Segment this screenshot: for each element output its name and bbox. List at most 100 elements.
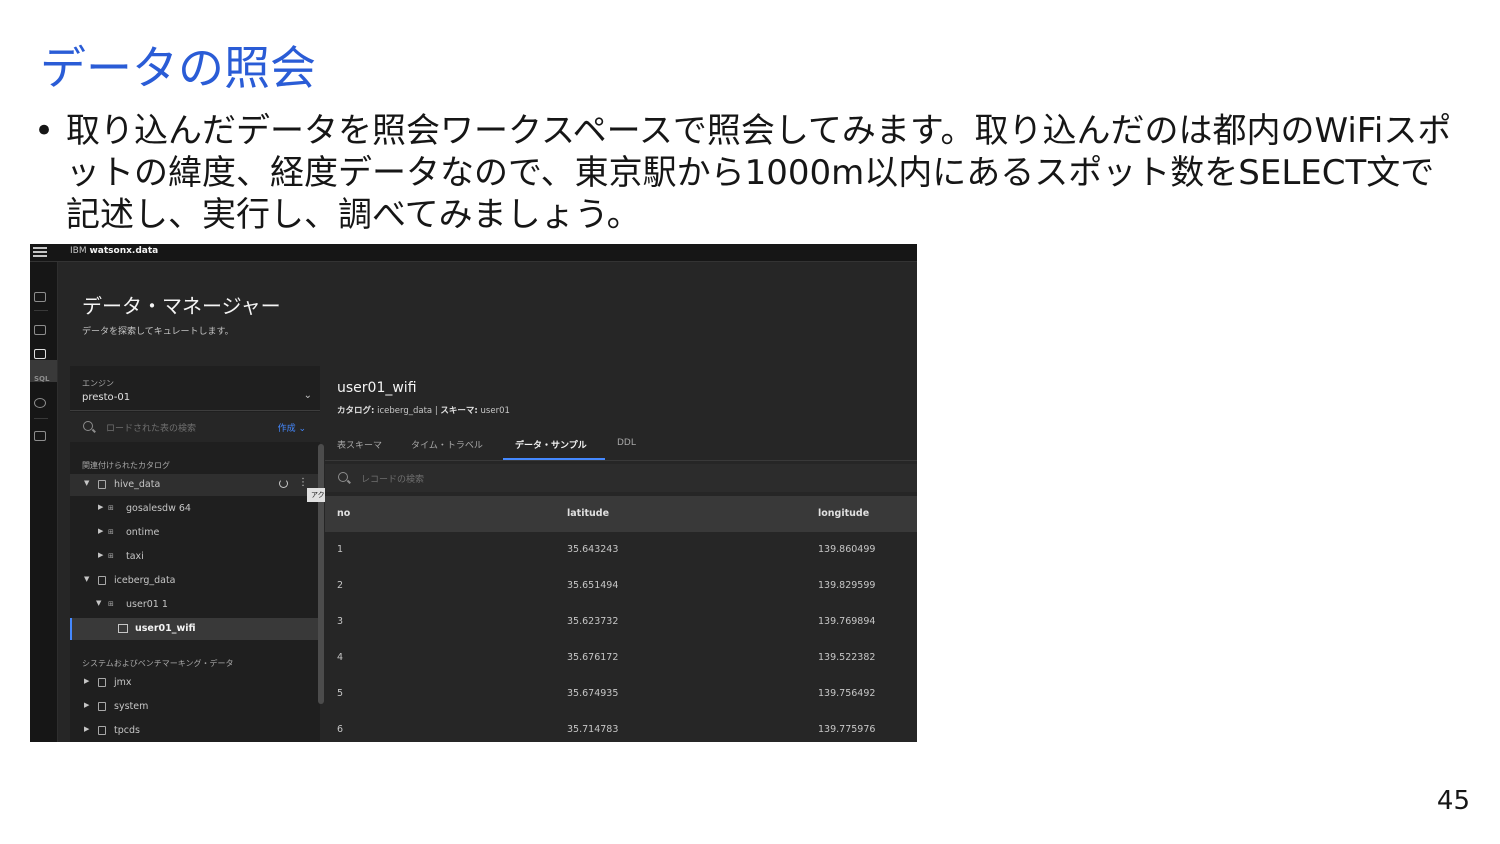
schema-icon: ⊞ <box>108 528 114 536</box>
caret-right-icon[interactable]: ▶ <box>98 551 103 559</box>
cell-latitude: 35.674935 <box>567 688 619 699</box>
create-label: 作成 <box>277 424 296 434</box>
tree-item-jmx[interactable]: ▶ jmx <box>70 672 318 694</box>
record-search-input[interactable]: レコードの検索 <box>361 472 424 485</box>
tree-item-user01-wifi[interactable]: user01_wifi <box>70 618 318 640</box>
cell-no: 5 <box>337 688 344 699</box>
engine-dropdown[interactable]: presto-01 <box>82 392 130 403</box>
database-icon <box>98 480 106 489</box>
tab-ddl[interactable]: DDL <box>617 438 636 448</box>
table-row: 5 35.674935 139.756492 <box>325 676 917 713</box>
table-search[interactable]: ロードされた表の検索 作成 ⌄ <box>70 412 320 442</box>
tree-item-label: iceberg_data <box>114 575 176 586</box>
divider <box>70 410 320 411</box>
table-search-input[interactable]: ロードされた表の検索 <box>106 421 196 434</box>
tree-item-label: jmx <box>114 677 132 688</box>
bullet-marker: • <box>34 111 55 151</box>
schema-icon: ⊞ <box>108 504 114 512</box>
database-icon <box>98 702 106 711</box>
cell-no: 6 <box>337 724 344 735</box>
schema-label: スキーマ: <box>440 406 478 416</box>
brand-prefix: IBM <box>70 246 87 256</box>
table-header: no latitude longitude <box>325 496 917 532</box>
caret-down-icon[interactable]: ▼ <box>96 599 101 607</box>
tree-item-label: taxi <box>126 551 144 562</box>
access-icon[interactable] <box>34 431 46 441</box>
column-header-longitude[interactable]: longitude <box>818 508 869 519</box>
tree-item-taxi[interactable]: ▶ ⊞ taxi <box>70 546 318 568</box>
brand[interactable]: IBM watsonx.data <box>70 246 158 256</box>
record-search[interactable]: レコードの検索 <box>325 464 917 492</box>
tree-item-label: user01 1 <box>126 599 168 610</box>
create-button[interactable]: 作成 ⌄ <box>278 421 306 434</box>
caret-right-icon[interactable]: ▶ <box>98 527 103 535</box>
caret-right-icon[interactable]: ▶ <box>98 503 103 511</box>
tree-item-ontime[interactable]: ▶ ⊞ ontime <box>70 522 318 544</box>
sql-icon[interactable]: SQL <box>34 374 49 384</box>
engine-label: エンジン <box>82 379 114 388</box>
tree-item-iceberg-data[interactable]: ▼ iceberg_data <box>70 570 318 592</box>
cell-longitude: 139.860499 <box>818 544 876 555</box>
database-icon <box>98 726 106 735</box>
search-icon <box>83 421 93 431</box>
tree-item-hive-data[interactable]: ▼ hive_data ⋮ <box>70 474 318 496</box>
page-subtitle: データを探索してキュレートします。 <box>82 327 234 337</box>
cell-latitude: 35.676172 <box>567 652 619 663</box>
column-header-no[interactable]: no <box>337 508 350 519</box>
rail-divider <box>34 418 48 419</box>
related-catalogs-label: 関連付けられたカタログ <box>82 461 170 470</box>
cell-no: 1 <box>337 544 344 555</box>
panel-scrollbar[interactable] <box>318 444 324 704</box>
tree-item-tpcds[interactable]: ▶ tpcds <box>70 720 318 742</box>
infrastructure-icon[interactable] <box>34 325 46 335</box>
catalog-value: iceberg_data <box>377 406 433 416</box>
chevron-down-icon[interactable]: ⌄ <box>304 390 312 401</box>
system-catalogs-label: システムおよびベンチマーキング・データ <box>82 659 234 668</box>
data-manager-icon[interactable] <box>34 349 46 359</box>
tab-table-schema[interactable]: 表スキーマ <box>337 438 382 451</box>
cell-no: 2 <box>337 580 344 591</box>
home-icon[interactable] <box>34 292 46 302</box>
tree-item-label: tpcds <box>114 725 140 736</box>
cell-longitude: 139.522382 <box>818 652 876 663</box>
page-number: 45 <box>1436 786 1470 816</box>
refresh-icon[interactable] <box>279 479 288 488</box>
tree-item-user01[interactable]: ▼ ⊞ user01 1 <box>70 594 318 616</box>
cell-no: 3 <box>337 616 344 627</box>
cell-latitude: 35.643243 <box>567 544 619 555</box>
tree-item-label: ontime <box>126 527 160 538</box>
tree-item-label: gosalesdw 64 <box>126 503 191 514</box>
caret-right-icon[interactable]: ▶ <box>84 677 89 685</box>
tree-item-gosalesdw[interactable]: ▶ ⊞ gosalesdw 64 <box>70 498 318 520</box>
slide-title: データの照会 <box>40 41 316 95</box>
tab-time-travel[interactable]: タイム・トラベル <box>411 438 483 451</box>
column-header-latitude[interactable]: latitude <box>567 508 609 519</box>
catalog-label: カタログ: <box>337 406 375 416</box>
table-row: 6 35.714783 139.775976 <box>325 712 917 742</box>
brand-name: watsonx.data <box>89 246 159 256</box>
cell-latitude: 35.714783 <box>567 724 619 735</box>
side-rail: SQL <box>30 262 58 742</box>
schema-icon: ⊞ <box>108 600 114 608</box>
cell-latitude: 35.651494 <box>567 580 619 591</box>
caret-right-icon[interactable]: ▶ <box>84 701 89 709</box>
tab-bar: 表スキーマ タイム・トラベル データ・サンプル DDL <box>325 430 917 461</box>
cell-longitude: 139.756492 <box>818 688 876 699</box>
tree-item-label: hive_data <box>114 479 161 490</box>
caret-right-icon[interactable]: ▶ <box>84 725 89 733</box>
menu-icon[interactable] <box>33 247 47 258</box>
tree-item-system[interactable]: ▶ system <box>70 696 318 718</box>
history-icon[interactable] <box>34 398 46 408</box>
bullet-text: 取り込んだデータを照会ワークスペースで照会してみます。取り込んだのは都内のWiF… <box>66 111 1452 235</box>
caret-down-icon[interactable]: ▼ <box>84 575 89 583</box>
database-icon <box>98 678 106 687</box>
tab-data-sample[interactable]: データ・サンプル <box>515 438 587 451</box>
search-icon <box>338 472 348 482</box>
watsonx-screenshot: IBM watsonx.data SQL データ・マネージャー データを探索して… <box>30 244 917 742</box>
overflow-menu-icon[interactable]: ⋮ <box>298 477 308 488</box>
rail-divider <box>34 310 48 311</box>
active-tab-indicator <box>503 458 605 460</box>
cell-no: 4 <box>337 652 344 663</box>
cell-longitude: 139.775976 <box>818 724 876 735</box>
caret-down-icon[interactable]: ▼ <box>84 479 89 487</box>
